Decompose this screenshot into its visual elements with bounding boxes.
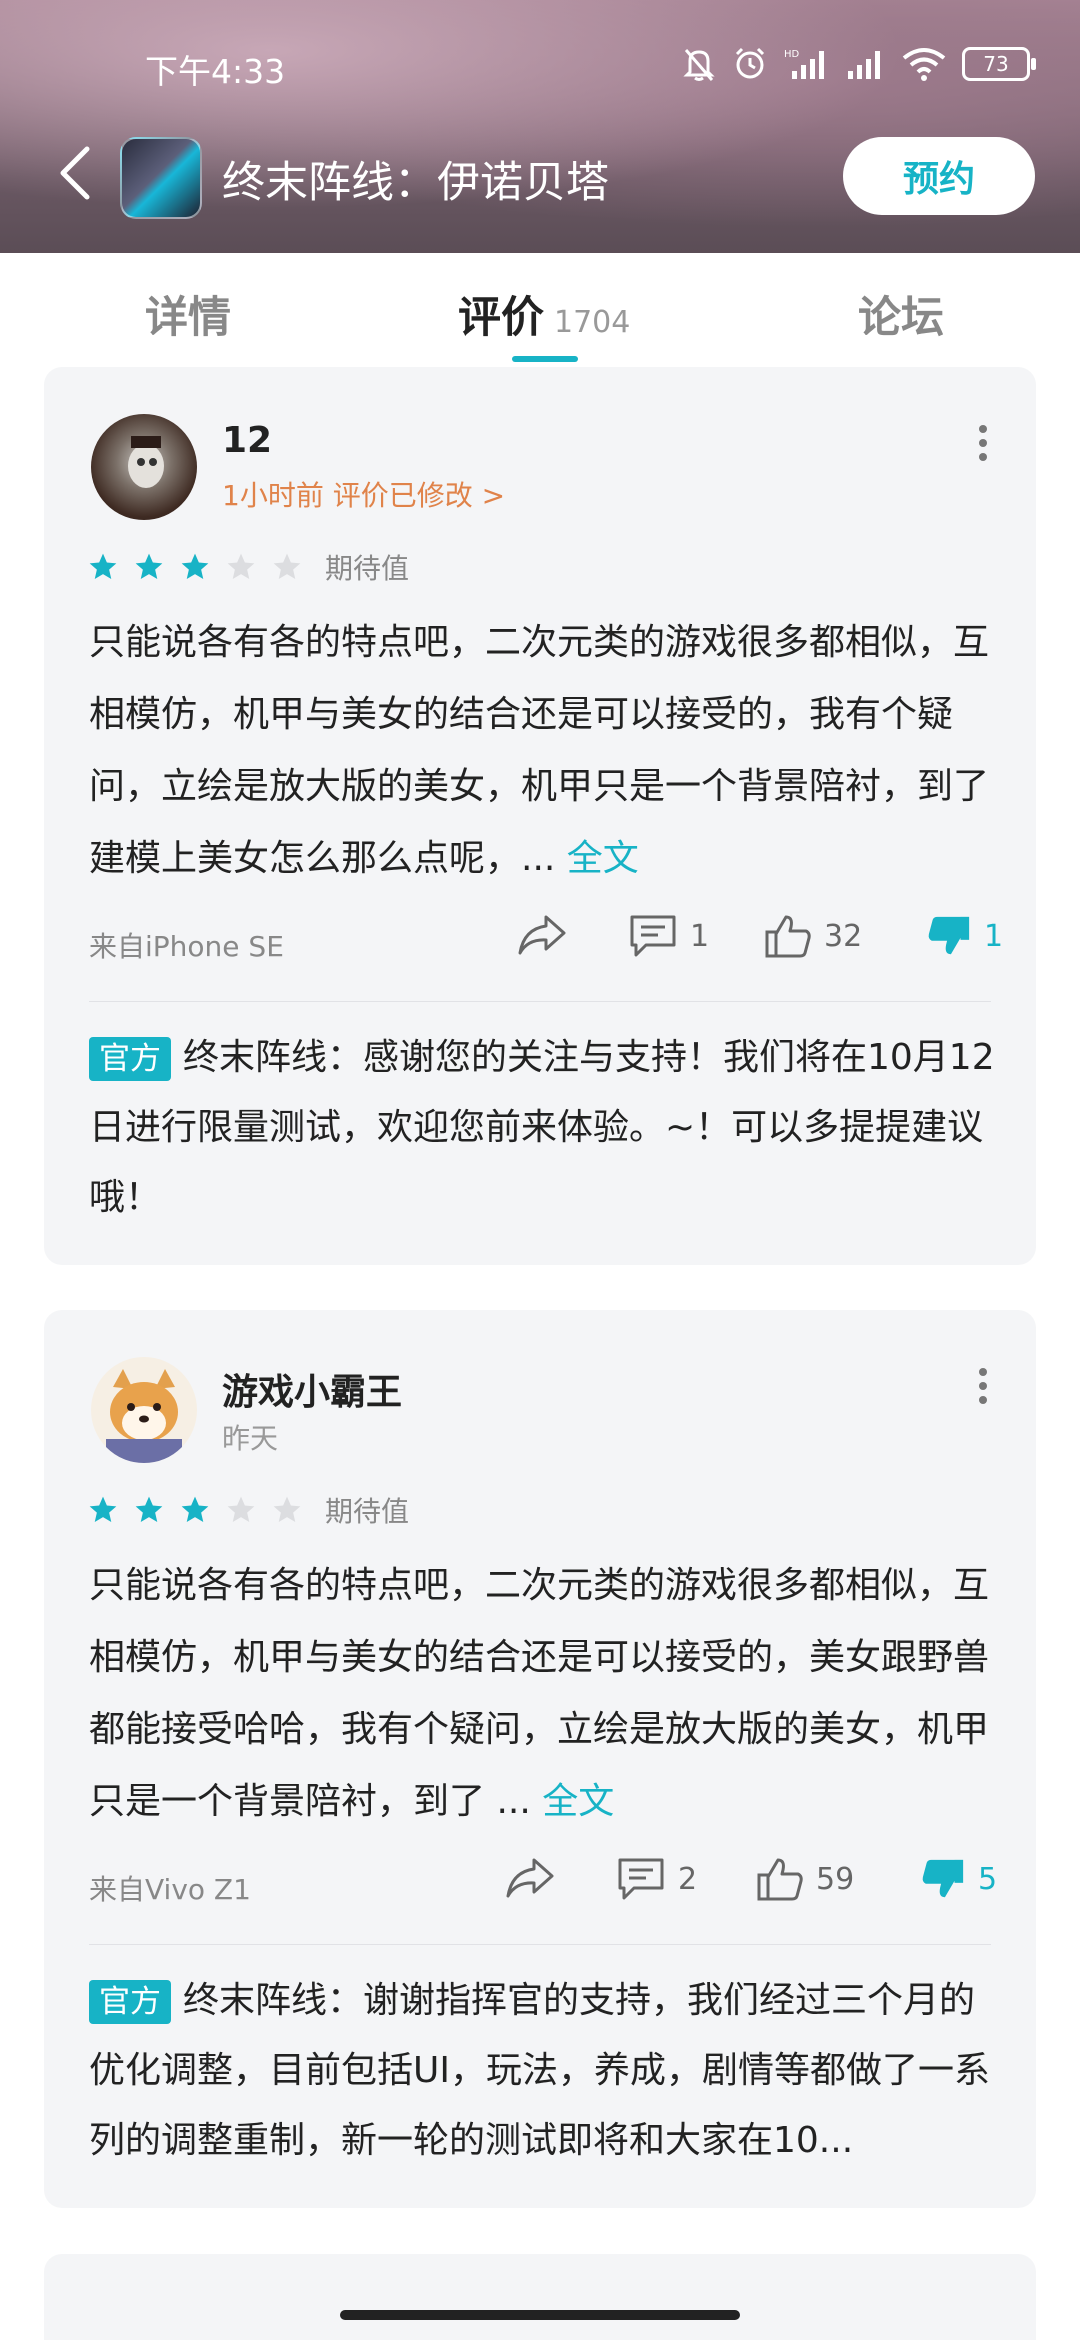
comment-icon — [630, 915, 676, 957]
read-full-link[interactable]: 全文 — [542, 1781, 614, 1822]
review-card: 12 1小时前 评价已修改 > 期待值 只能说各有各的特点吧，二次元类的游戏很多… — [44, 367, 1036, 1265]
review-username[interactable]: 12 — [222, 420, 272, 461]
hd-signal-icon: HD — [784, 49, 824, 79]
avatar[interactable] — [91, 414, 197, 520]
back-arrow-icon[interactable] — [55, 143, 95, 203]
share-button[interactable] — [516, 913, 568, 957]
review-text-content: 只能说各有各的特点吧，二次元类的游戏很多都相似，互相模仿，机甲与美女的结合还是可… — [89, 622, 990, 879]
comment-count: 1 — [690, 918, 710, 954]
share-icon — [518, 915, 566, 955]
like-button[interactable]: 32 — [764, 913, 862, 959]
comment-icon — [618, 1858, 664, 1900]
thumbs-down-icon — [928, 916, 970, 955]
dislike-button[interactable]: 5 — [920, 1856, 997, 1902]
tab-indicator — [512, 356, 578, 362]
official-reply[interactable]: 官方 终末阵线：谢谢指挥官的支持，我们经过三个月的优化调整，目前包括UI，玩法，养… — [89, 1966, 999, 2176]
tab-details[interactable]: 详情 — [145, 283, 231, 345]
rating-stars: 期待值 — [87, 1490, 409, 1530]
star-empty-icon — [273, 1496, 301, 1522]
review-card: 游戏小霸王 昨天 期待值 只能说各有各的特点吧，二次元类的游戏很多都相似，互相模… — [44, 1310, 1036, 2208]
review-meta[interactable]: 1小时前 评价已修改 > — [222, 474, 505, 514]
official-badge: 官方 — [89, 1037, 171, 1081]
more-options-icon[interactable] — [978, 419, 988, 467]
wifi-icon — [902, 48, 946, 81]
tab-reviews-label: 评价 — [458, 293, 544, 343]
star-filled-icon — [135, 553, 163, 579]
signal-icon — [848, 51, 880, 79]
star-empty-icon — [227, 1496, 255, 1522]
tab-bar: 详情 评价 1704 论坛 — [0, 253, 1080, 363]
review-device: 来自Vivo Z1 — [89, 1873, 251, 1906]
divider — [89, 1944, 991, 1945]
game-title: 终末阵线：伊诺贝塔 — [222, 158, 609, 208]
avatar-figure — [128, 436, 164, 488]
status-time: 下午4:33 — [145, 52, 286, 91]
star-filled-icon — [89, 553, 117, 579]
tab-reviews[interactable]: 评价 1704 — [458, 283, 630, 345]
home-indicator[interactable] — [340, 2310, 740, 2320]
read-full-link[interactable]: 全文 — [567, 838, 639, 879]
review-text[interactable]: 只能说各有各的特点吧，二次元类的游戏很多都相似，互相模仿，机甲与美女的结合还是可… — [89, 1550, 999, 1838]
thumbs-up-icon — [757, 1858, 803, 1901]
review-text[interactable]: 只能说各有各的特点吧，二次元类的游戏很多都相似，互相模仿，机甲与美女的结合还是可… — [89, 607, 999, 895]
comment-count: 2 — [678, 1861, 698, 1897]
dislike-count: 1 — [984, 918, 1004, 954]
divider — [89, 1001, 991, 1002]
official-badge: 官方 — [89, 1980, 171, 2024]
avatar-shiba — [106, 1369, 182, 1463]
rating-label: 期待值 — [325, 1495, 410, 1528]
review-meta: 昨天 — [222, 1422, 279, 1455]
status-bar: 下午4:33 HD 73 — [0, 0, 1080, 130]
star-empty-icon — [227, 553, 255, 579]
share-icon — [506, 1858, 554, 1898]
reserve-button[interactable]: 预约 — [843, 137, 1035, 215]
tab-forum[interactable]: 论坛 — [858, 283, 944, 345]
star-filled-icon — [135, 1496, 163, 1522]
review-username[interactable]: 游戏小霸王 — [222, 1363, 402, 1415]
like-button[interactable]: 59 — [756, 1856, 854, 1902]
dislike-count: 5 — [978, 1861, 998, 1897]
avatar[interactable] — [91, 1357, 197, 1463]
share-button[interactable] — [504, 1856, 556, 1900]
rating-stars: 期待值 — [87, 547, 409, 587]
star-filled-icon — [181, 1496, 209, 1522]
star-filled-icon — [89, 1496, 117, 1522]
review-card-partial — [44, 2254, 1036, 2340]
dislike-button[interactable]: 1 — [926, 913, 1003, 959]
review-device: 来自iPhone SE — [89, 930, 284, 963]
alarm-icon — [735, 47, 765, 79]
thumbs-down-icon — [922, 1859, 964, 1898]
battery-icon: 73 — [962, 47, 1036, 81]
more-options-icon[interactable] — [978, 1362, 988, 1410]
star-filled-icon — [181, 553, 209, 579]
mute-bell-icon — [683, 49, 715, 81]
comment-button[interactable]: 2 — [616, 1856, 697, 1902]
tab-reviews-count: 1704 — [554, 305, 631, 340]
official-reply-text: 终末阵线：感谢您的关注与支持！我们将在10月12日进行限量测试，欢迎您前来体验。… — [89, 1037, 995, 1218]
rating-label: 期待值 — [325, 552, 410, 585]
header-banner: 下午4:33 HD 73 终末阵线：伊诺贝塔 预约 — [0, 0, 1080, 253]
like-count: 32 — [824, 918, 863, 954]
official-reply[interactable]: 官方 终末阵线：感谢您的关注与支持！我们将在10月12日进行限量测试，欢迎您前来体… — [89, 1023, 999, 1233]
like-count: 59 — [816, 1861, 855, 1897]
game-icon — [120, 137, 202, 219]
svg-text:HD: HD — [784, 49, 800, 60]
thumbs-up-icon — [765, 915, 811, 958]
comment-button[interactable]: 1 — [628, 913, 709, 959]
review-text-content: 只能说各有各的特点吧，二次元类的游戏很多都相似，互相模仿，机甲与美女的结合还是可… — [89, 1565, 990, 1822]
status-icons: HD 73 — [682, 44, 1036, 84]
star-empty-icon — [273, 553, 301, 579]
official-reply-text: 终末阵线：谢谢指挥官的支持，我们经过三个月的优化调整，目前包括UI，玩法，养成，… — [89, 1980, 990, 2161]
